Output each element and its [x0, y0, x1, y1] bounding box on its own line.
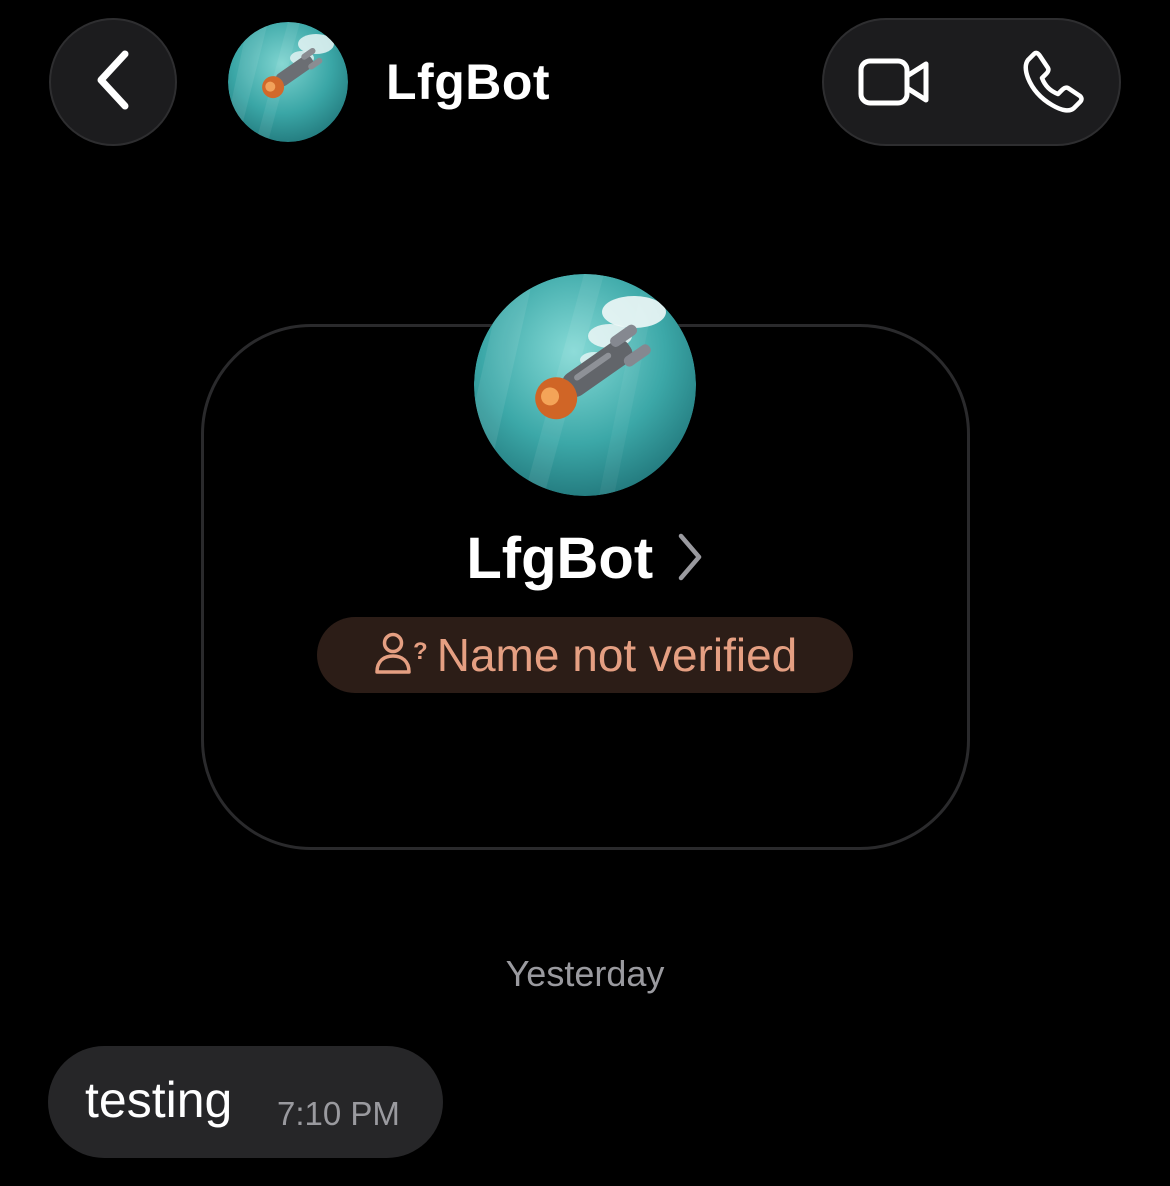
- chevron-right-icon: [676, 532, 704, 587]
- video-camera-icon: [858, 56, 930, 113]
- svg-text:?: ?: [413, 638, 428, 665]
- date-separator: Yesterday: [505, 953, 665, 994]
- message-text: testing: [85, 1072, 233, 1128]
- message-timestamp: 7:10 PM: [277, 1095, 400, 1132]
- profile-name: LfgBot: [466, 526, 654, 591]
- verification-status-text: Name not verified: [436, 629, 798, 681]
- contact-avatar[interactable]: [228, 22, 348, 142]
- profile-avatar[interactable]: [474, 274, 696, 496]
- person-question-icon: ?: [373, 631, 429, 680]
- phone-icon: [1022, 50, 1086, 119]
- header-contact-name[interactable]: LfgBot: [386, 52, 550, 112]
- message-bubble[interactable]: testing 7:10 PM: [48, 1046, 443, 1158]
- voice-call-button[interactable]: [1004, 40, 1104, 128]
- video-call-button[interactable]: [844, 40, 944, 128]
- chevron-left-icon: [91, 48, 135, 117]
- back-button[interactable]: [49, 18, 177, 146]
- profile-name-row[interactable]: LfgBot: [0, 526, 1170, 592]
- verification-status-badge[interactable]: ? Name not verified: [317, 617, 853, 693]
- call-actions: [822, 18, 1121, 146]
